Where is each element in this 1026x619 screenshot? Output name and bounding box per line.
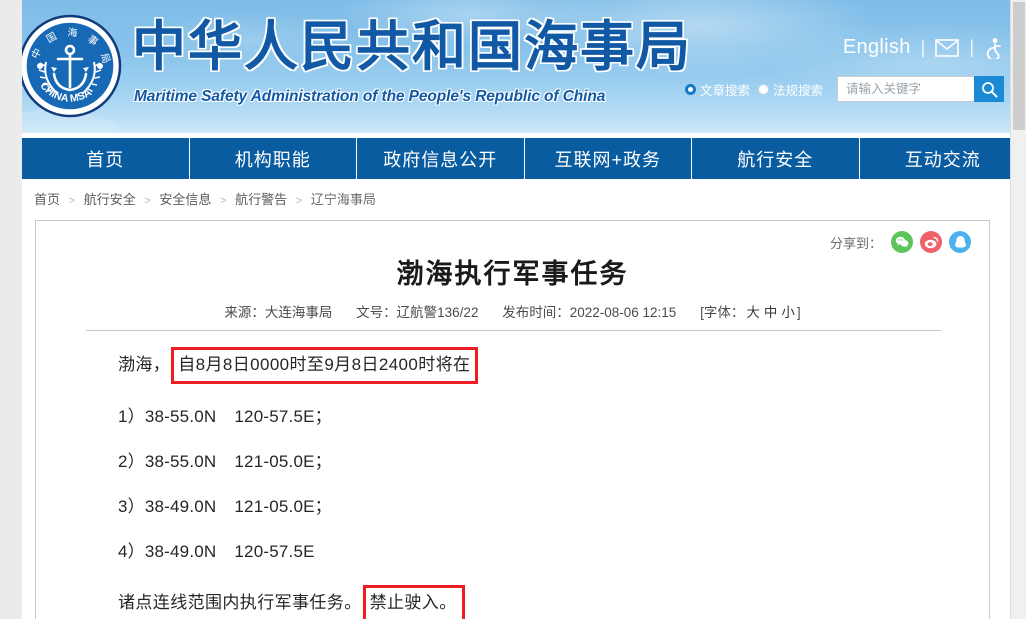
font-size-medium[interactable]: 中 xyxy=(764,305,778,320)
coordinate-line-4: 4）38-49.0N 120-57.5E xyxy=(118,540,949,564)
font-size-suffix: ] xyxy=(796,305,801,320)
nav-item-internet-plus-affairs[interactable]: 互联网+政务 xyxy=(525,138,692,179)
article-panel: 分享到： 渤海执行军事任务 来源：大连海事局 文号：辽航警136/22 发布时间… xyxy=(35,220,990,619)
meta-source-label: 来源： xyxy=(224,305,265,320)
radio-option-article-search[interactable]: 文章搜索 xyxy=(684,80,750,99)
radio-dot-regulation-search[interactable] xyxy=(757,83,769,95)
body-line-last: 诸点连线范围内执行军事任务。 禁止驶入。 xyxy=(118,585,949,619)
weibo-icon[interactable] xyxy=(920,231,942,253)
header-utility-row: English | | xyxy=(843,36,1004,61)
meta-docnum-label: 文号： xyxy=(356,305,397,320)
envelope-icon-svg xyxy=(935,38,960,57)
body-line-1: 渤海， 自8月8日0000时至9月8日2400时将在 xyxy=(118,347,949,384)
meta-source: 来源：大连海事局 xyxy=(224,305,332,320)
qq-icon[interactable] xyxy=(949,231,971,253)
search-button[interactable] xyxy=(974,76,1004,102)
coordinate-line-1: 1）38-55.0N 120-57.5E； xyxy=(118,405,949,429)
meta-publish-label: 发布时间： xyxy=(502,305,570,320)
font-size-small[interactable]: 小 xyxy=(781,305,795,320)
article-body: 渤海， 自8月8日0000时至9月8日2400时将在 1）38-55.0N 120-… xyxy=(118,347,949,619)
site-title-english: Maritime Safety Administration of the Pe… xyxy=(134,88,606,105)
font-size-prefix: [字体： xyxy=(700,305,745,320)
radio-label-article-search: 文章搜索 xyxy=(699,83,750,98)
highlight-box-no-entry: 禁止驶入。 xyxy=(362,585,465,619)
page-left-gutter xyxy=(0,0,22,619)
share-row: 分享到： xyxy=(830,231,971,253)
qq-glyph xyxy=(954,236,966,248)
site-header: 中 国 海 事 局 CHINA MSA 中华人民共和国海事局 Maritime … xyxy=(0,0,1026,133)
breadcrumb-item-safety-info[interactable]: 安全信息 xyxy=(159,192,211,207)
header-search-row: 文章搜索 法规搜索 xyxy=(684,76,1004,102)
radio-option-regulation-search[interactable]: 法规搜索 xyxy=(757,80,823,99)
page-root: 中 国 海 事 局 CHINA MSA 中华人民共和国海事局 Maritime … xyxy=(0,0,1026,619)
radio-label-regulation-search: 法规搜索 xyxy=(772,83,823,98)
meta-source-value: 大连海事局 xyxy=(264,305,333,320)
envelope-icon[interactable] xyxy=(935,38,960,57)
coordinate-line-3: 3）38-49.0N 121-05.0E； xyxy=(118,495,949,519)
font-size-controls: [字体：大中小] xyxy=(700,305,801,320)
breadcrumb-separator-3: > xyxy=(220,195,227,207)
accessibility-icon[interactable] xyxy=(984,37,1004,61)
radio-dot-article-search[interactable] xyxy=(684,83,696,95)
breadcrumb-separator-1: > xyxy=(68,195,76,207)
nav-item-home[interactable]: 首页 xyxy=(22,138,190,179)
coordinate-index-4: 4） xyxy=(118,542,145,561)
font-size-large[interactable]: 大 xyxy=(746,305,760,320)
weibo-glyph xyxy=(924,236,938,248)
share-label: 分享到： xyxy=(829,235,882,251)
nav-item-navigation-safety[interactable]: 航行安全 xyxy=(692,138,860,179)
search-box xyxy=(837,76,1004,102)
breadcrumb-separator-2: > xyxy=(144,195,151,207)
wechat-glyph xyxy=(895,236,909,248)
msa-emblem-svg: 中 国 海 事 局 CHINA MSA xyxy=(18,14,122,118)
scroll-thumb[interactable] xyxy=(1013,2,1025,130)
msa-emblem-logo: 中 国 海 事 局 CHINA MSA xyxy=(18,14,122,118)
body-line-last-prefix: 诸点连线范围内执行军事任务。 xyxy=(118,592,362,612)
coordinate-lon-3: 121-05.0E； xyxy=(234,497,332,516)
coordinate-index-1: 1） xyxy=(118,407,145,426)
breadcrumb-item-home[interactable]: 首页 xyxy=(34,192,60,207)
utility-separator-2: | xyxy=(969,37,974,57)
utility-separator-1: | xyxy=(920,37,926,57)
breadcrumb-item-navigation-warning[interactable]: 航行警告 xyxy=(235,192,287,207)
coordinate-lon-1: 120-57.5E； xyxy=(234,407,332,426)
breadcrumb-separator-4: > xyxy=(295,195,303,207)
search-icon xyxy=(981,81,997,97)
coordinate-lat-1: 38-55.0N xyxy=(144,407,217,426)
coordinate-lat-2: 38-55.0N xyxy=(144,452,217,471)
main-navigation: 首页 机构职能 政府信息公开 互联网+政务 航行安全 互动交流 xyxy=(22,138,1026,179)
nav-item-organization[interactable]: 机构职能 xyxy=(190,138,357,179)
coordinate-index-2: 2） xyxy=(118,452,145,471)
highlight-box-time-range: 自8月8日0000时至9月8日2400时将在 xyxy=(171,347,479,384)
coordinate-index-3: 3） xyxy=(118,497,145,516)
breadcrumb-item-navigation-safety[interactable]: 航行安全 xyxy=(84,192,136,207)
coordinate-lon-2: 121-05.0E； xyxy=(234,452,332,471)
coordinate-lat-3: 38-49.0N xyxy=(144,497,217,516)
meta-publish-time: 发布时间：2022-08-06 12:15 xyxy=(502,305,676,320)
meta-divider xyxy=(86,330,941,331)
meta-docnum-value: 辽航警136/22 xyxy=(396,305,479,320)
article-meta: 来源：大连海事局 文号：辽航警136/22 发布时间：2022-08-06 12… xyxy=(36,301,989,321)
site-title-chinese: 中华人民共和国海事局 xyxy=(132,17,692,77)
search-input[interactable] xyxy=(837,76,974,102)
accessibility-icon-svg xyxy=(986,37,1001,61)
wechat-icon[interactable] xyxy=(891,231,913,253)
english-language-link[interactable]: English xyxy=(843,36,911,59)
meta-docnum: 文号：辽航警136/22 xyxy=(356,305,478,320)
nav-item-interaction[interactable]: 互动交流 xyxy=(860,138,1026,179)
breadcrumb: 首页 > 航行安全 > 安全信息 > 航行警告 > 辽宁海事局 xyxy=(34,189,376,208)
body-line-1-prefix: 渤海， xyxy=(118,354,171,374)
coordinate-lat-4: 38-49.0N xyxy=(144,542,217,561)
coordinate-lon-4: 120-57.5E xyxy=(234,542,315,561)
breadcrumb-item-liaoning-msa[interactable]: 辽宁海事局 xyxy=(311,192,376,207)
article-title: 渤海执行军事任务 xyxy=(396,259,629,289)
page-scrollbar[interactable]: ▲ ▼ xyxy=(1010,0,1026,619)
meta-publish-value: 2022-08-06 12:15 xyxy=(569,305,677,320)
coordinate-line-2: 2）38-55.0N 121-05.0E； xyxy=(118,450,949,474)
nav-item-government-info[interactable]: 政府信息公开 xyxy=(357,138,525,179)
